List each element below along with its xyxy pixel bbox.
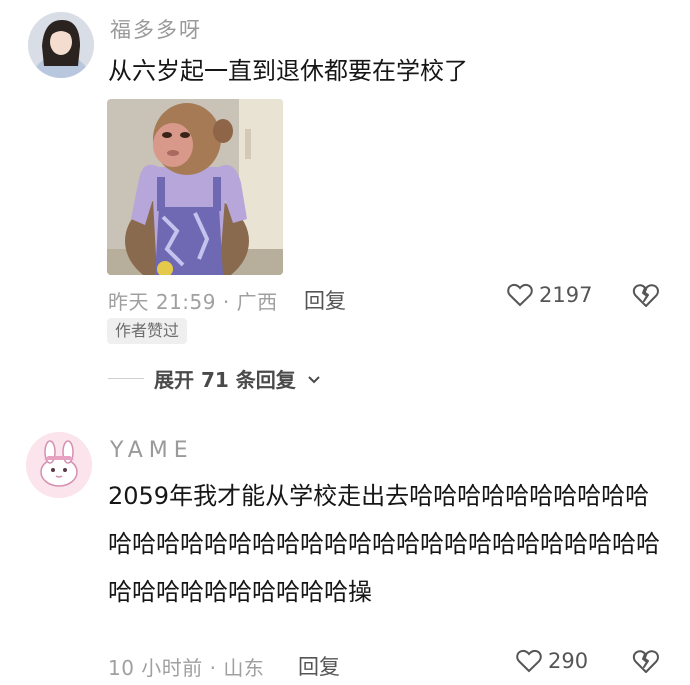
comment-text: 从六岁起一直到退休都要在学校了: [108, 57, 468, 85]
timestamp-location: 昨天 21:59 · 广西: [108, 290, 278, 314]
reply-button[interactable]: 回复: [304, 285, 346, 315]
timestamp-location: 10 小时前 · 山东: [108, 656, 265, 680]
avatar[interactable]: [26, 432, 92, 498]
reply-button[interactable]: 回复: [298, 651, 340, 681]
expand-replies-button[interactable]: 展开 71 条回复: [108, 364, 322, 393]
author-liked-badge: 作者赞过: [107, 318, 188, 344]
username[interactable]: YAME: [110, 438, 194, 463]
chevron-down-icon: [308, 375, 320, 383]
divider: [108, 378, 144, 379]
like-button[interactable]: 2197: [507, 283, 592, 307]
broken-heart-icon: [632, 650, 659, 673]
comment-item: 福多多呀 从六岁起一直到退休都要在学校了 昨天 21:59 · 广西 回复 21…: [0, 0, 690, 420]
like-count: 2197: [539, 283, 593, 307]
expand-replies-label: 展开 71 条回复: [154, 368, 296, 392]
broken-heart-icon: [632, 284, 659, 307]
dislike-button[interactable]: [632, 649, 660, 679]
dislike-button[interactable]: [632, 283, 660, 313]
heart-outline-icon: [507, 283, 533, 307]
username[interactable]: 福多多呀: [110, 14, 202, 44]
like-count: 290: [548, 649, 589, 673]
heart-outline-icon: [516, 649, 542, 673]
comment-item: YAME 2059年我才能从学校走出去哈哈哈哈哈哈哈哈哈哈哈哈哈哈哈哈哈哈哈哈哈…: [0, 428, 690, 685]
avatar[interactable]: [28, 12, 94, 78]
like-button[interactable]: 290: [516, 649, 588, 673]
comment-text: 2059年我才能从学校走出去哈哈哈哈哈哈哈哈哈哈哈哈哈哈哈哈哈哈哈哈哈哈哈哈哈哈…: [108, 482, 660, 606]
comment-image[interactable]: [107, 99, 283, 275]
